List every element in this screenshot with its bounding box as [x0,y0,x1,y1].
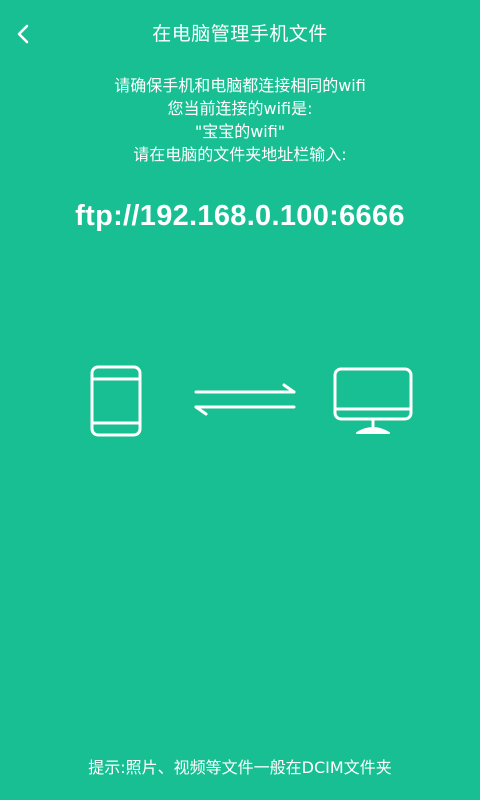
phone-icon [90,365,142,437]
ftp-address[interactable]: ftp://192.168.0.100:6666 [0,196,480,236]
connection-instructions: 请确保手机和电脑都连接相同的wifi 您当前连接的wifi是: "宝宝的wifi… [20,74,460,166]
page-title: 在电脑管理手机文件 [152,23,328,45]
instruction-enter-address: 请在电脑的文件夹地址栏输入: [133,145,347,164]
dcim-tip: 提示:照片、视频等文件一般在DCIM文件夹 [88,758,392,777]
transfer-arrows-icon [194,383,296,416]
instruction-same-wifi: 请确保手机和电脑都连接相同的wifi [114,76,366,95]
app-header: 在电脑管理手机文件 [0,0,480,68]
instruction-current-wifi-label: 您当前连接的wifi是: [167,99,313,118]
monitor-icon [333,367,413,434]
current-wifi-name: "宝宝的wifi" [194,122,286,141]
ftp-share-screen: 在电脑管理手机文件 请确保手机和电脑都连接相同的wifi 您当前连接的wifi是… [0,0,480,800]
transfer-illustration [0,360,480,440]
